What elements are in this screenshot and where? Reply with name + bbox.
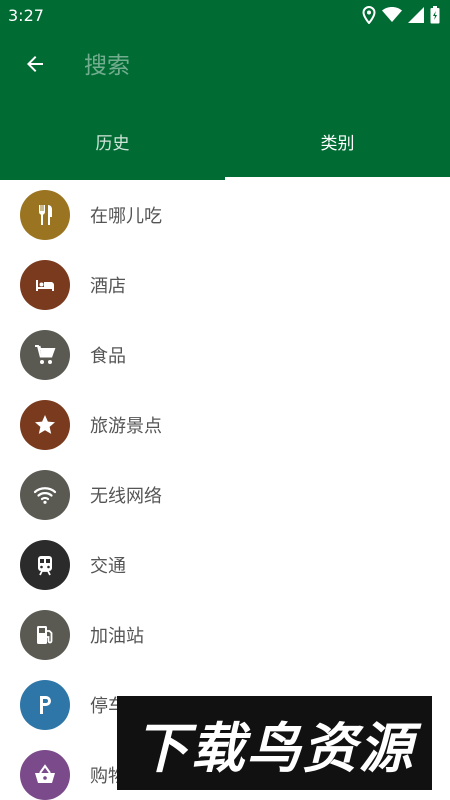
fuel-icon (20, 610, 70, 660)
tab-bar: 历史 类别 (0, 102, 450, 180)
category-label: 酒店 (90, 276, 126, 297)
category-item-transit[interactable]: 交通 (0, 530, 450, 600)
category-item-food[interactable]: 食品 (0, 320, 450, 390)
tab-history[interactable]: 历史 (0, 102, 225, 180)
status-time: 3:27 (8, 5, 44, 25)
fork-knife-icon (20, 190, 70, 240)
back-button[interactable] (0, 30, 70, 102)
wifi-icon (382, 7, 402, 23)
battery-icon (430, 6, 440, 24)
star-icon (20, 400, 70, 450)
category-item-gas[interactable]: 加油站 (0, 600, 450, 670)
cart-icon (20, 330, 70, 380)
watermark-text: 下载鸟资源 (134, 716, 415, 780)
train-icon (20, 540, 70, 590)
category-item-attractions[interactable]: 旅游景点 (0, 390, 450, 460)
arrow-left-icon (23, 52, 47, 80)
status-bar: 3:27 (0, 0, 450, 30)
tab-label: 类别 (320, 133, 355, 154)
search-input[interactable] (84, 53, 384, 79)
category-label: 交通 (90, 556, 126, 577)
bed-icon (20, 260, 70, 310)
category-item-eat[interactable]: 在哪儿吃 (0, 180, 450, 250)
watermark-banner: 下载鸟资源 (117, 696, 432, 790)
tab-categories[interactable]: 类别 (225, 102, 450, 180)
category-label: 旅游景点 (90, 416, 162, 437)
category-label: 食品 (90, 346, 126, 367)
category-label: 无线网络 (90, 486, 162, 507)
basket-icon (20, 750, 70, 800)
category-item-hotel[interactable]: 酒店 (0, 250, 450, 320)
wifi-icon (20, 470, 70, 520)
signal-icon (408, 7, 424, 23)
parking-icon (20, 680, 70, 730)
category-label: 在哪儿吃 (90, 206, 162, 227)
category-item-wifi[interactable]: 无线网络 (0, 460, 450, 530)
status-icons (362, 6, 440, 24)
tab-label: 历史 (95, 133, 130, 154)
location-icon (362, 6, 376, 24)
app-bar (0, 30, 450, 102)
category-label: 加油站 (90, 626, 144, 647)
